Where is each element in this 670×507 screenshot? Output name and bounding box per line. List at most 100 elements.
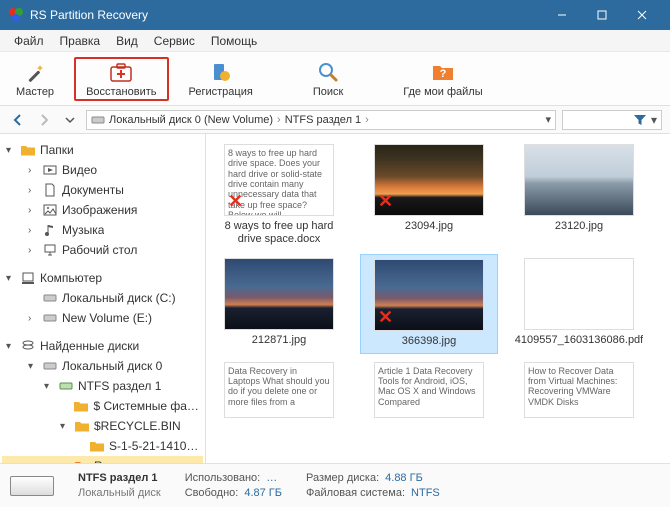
file-thumb (524, 144, 634, 216)
chevron-down-icon: ▾ (651, 113, 657, 127)
find-button[interactable]: Поиск (307, 57, 349, 101)
status-used-label: Использовано: (185, 472, 261, 484)
chevron-down-icon: ▾ (60, 421, 70, 432)
close-button[interactable] (622, 0, 662, 30)
tree-ntfs1[interactable]: ▾NTFS раздел 1 (2, 376, 203, 396)
file-366398[interactable]: ✕ 366398.jpg (360, 254, 498, 353)
where-files-button[interactable]: ? Где мои файлы (397, 57, 488, 101)
chevron-down-icon: ▾ (6, 341, 16, 352)
wizard-label: Мастер (16, 86, 54, 98)
chevron-down-icon: ▾ (6, 145, 16, 156)
search-icon (316, 60, 340, 84)
status-type: Локальный диск (78, 487, 161, 499)
chevron-down-icon: ▾ (6, 273, 16, 284)
nav-back-button[interactable] (8, 110, 28, 130)
tree-sysfiles[interactable]: $ Системные файлы (2, 396, 203, 416)
window-title: RS Partition Recovery (30, 8, 542, 22)
file-thumb: ✕ (374, 259, 484, 331)
filter-box[interactable]: ▾ (562, 110, 662, 130)
tree-local-disk-0[interactable]: ▾Локальный диск 0 (2, 356, 203, 376)
maximize-button[interactable] (582, 0, 622, 30)
wizard-button[interactable]: Мастер (10, 57, 60, 101)
find-label: Поиск (313, 86, 343, 98)
chevron-right-icon: › (28, 185, 38, 196)
status-size-label: Размер диска: (306, 472, 379, 484)
drive-icon (42, 290, 58, 306)
status-free-label: Свободно: (185, 487, 239, 499)
chevron-down-icon: ▾ (28, 361, 38, 372)
breadcrumb-partition: NTFS раздел 1 (285, 114, 361, 126)
folder-question-icon: ? (431, 60, 455, 84)
disk-icon (10, 476, 54, 496)
tree-desktop[interactable]: ›Рабочий стол (2, 240, 203, 260)
file-name: 8 ways to free up hard drive space.docx (212, 220, 346, 246)
file-doc-laptops[interactable]: Data Recovery in Laptops What should you… (210, 358, 348, 422)
tree-music[interactable]: ›Музыка (2, 220, 203, 240)
minimize-button[interactable] (542, 0, 582, 30)
tree-images[interactable]: ›Изображения (2, 200, 203, 220)
file-thumb: ✕ (374, 144, 484, 216)
breadcrumb-dropdown-icon[interactable]: ▾ (545, 113, 551, 126)
statusbar: NTFS раздел 1 Локальный диск Использован… (0, 463, 670, 507)
breadcrumb[interactable]: Локальный диск 0 (New Volume) › NTFS раз… (86, 110, 556, 130)
wand-icon (23, 60, 47, 84)
file-name: 366398.jpg (402, 335, 456, 348)
file-name: 23094.jpg (405, 220, 453, 233)
status-used-value: … (266, 472, 277, 484)
file-23094[interactable]: ✕ 23094.jpg (360, 140, 498, 250)
funnel-icon (633, 113, 647, 127)
register-button[interactable]: Регистрация (183, 57, 259, 101)
folder-icon (74, 418, 90, 434)
recover-label: Восстановить (86, 86, 156, 98)
tree-computer[interactable]: ▾Компьютер (2, 268, 203, 288)
file-doc-article1[interactable]: Article 1 Data Recovery Tools for Androi… (360, 358, 498, 422)
chevron-right-icon: › (28, 205, 38, 216)
delete-marker-icon: ✕ (378, 307, 393, 328)
tree-found-disks[interactable]: ▾Найденные диски (2, 336, 203, 356)
tree-local-c[interactable]: Локальный диск (C:) (2, 288, 203, 308)
body: ▾Папки ›Видео ›Документы ›Изображения ›М… (0, 134, 670, 463)
video-icon (42, 162, 58, 178)
status-fs-label: Файловая система: (306, 487, 405, 499)
file-212871[interactable]: 212871.jpg (210, 254, 348, 353)
tree-documents[interactable]: ›Документы (2, 180, 203, 200)
recover-button[interactable]: Восстановить (74, 57, 168, 101)
file-name: 4109557_1603136086.pdf (515, 334, 643, 347)
drive-icon (91, 113, 105, 127)
file-23120[interactable]: 23120.jpg (510, 140, 648, 250)
file-doc-vm[interactable]: How to Recover Data from Virtual Machine… (510, 358, 648, 422)
tree-recovery[interactable]: Recovery (2, 456, 203, 463)
menu-edit[interactable]: Правка (52, 34, 109, 48)
tree-new-volume-e[interactable]: ›New Volume (E:) (2, 308, 203, 328)
folder-icon (74, 458, 90, 463)
file-pdf-4109557[interactable]: 4109557_1603136086.pdf (510, 254, 648, 353)
tree-folders[interactable]: ▾Папки (2, 140, 203, 160)
image-icon (42, 202, 58, 218)
medkit-icon (109, 60, 133, 84)
folder-icon (73, 398, 89, 414)
file-thumb: 8 ways to free up hard drive space. Does… (224, 144, 334, 216)
file-grid: 8 ways to free up hard drive space. Does… (206, 134, 670, 463)
delete-marker-icon: ✕ (378, 191, 393, 212)
tree-recycle[interactable]: ▾$RECYCLE.BIN (2, 416, 203, 436)
tree-sid[interactable]: S-1-5-21-14104916 (2, 436, 203, 456)
menu-help[interactable]: Помощь (203, 34, 265, 48)
folder-icon (89, 438, 105, 454)
file-doc-8ways[interactable]: 8 ways to free up hard drive space. Does… (210, 140, 348, 250)
menu-view[interactable]: Вид (108, 34, 146, 48)
chevron-right-icon: › (28, 165, 38, 176)
nav-forward-button[interactable] (34, 110, 54, 130)
menu-service[interactable]: Сервис (146, 34, 203, 48)
tree-panel: ▾Папки ›Видео ›Документы ›Изображения ›М… (0, 134, 206, 463)
where-files-label: Где мои файлы (403, 86, 482, 98)
file-thumb (224, 258, 334, 330)
drive-icon (42, 310, 58, 326)
tree-video[interactable]: ›Видео (2, 160, 203, 180)
disks-icon (20, 338, 36, 354)
nav-dropdown-button[interactable] (60, 110, 80, 130)
chevron-right-icon: › (28, 245, 38, 256)
chevron-down-icon: ▾ (44, 381, 54, 392)
app-logo-icon (8, 7, 24, 23)
menu-file[interactable]: Файл (6, 34, 52, 48)
breadcrumb-drive: Локальный диск 0 (New Volume) (109, 114, 273, 126)
